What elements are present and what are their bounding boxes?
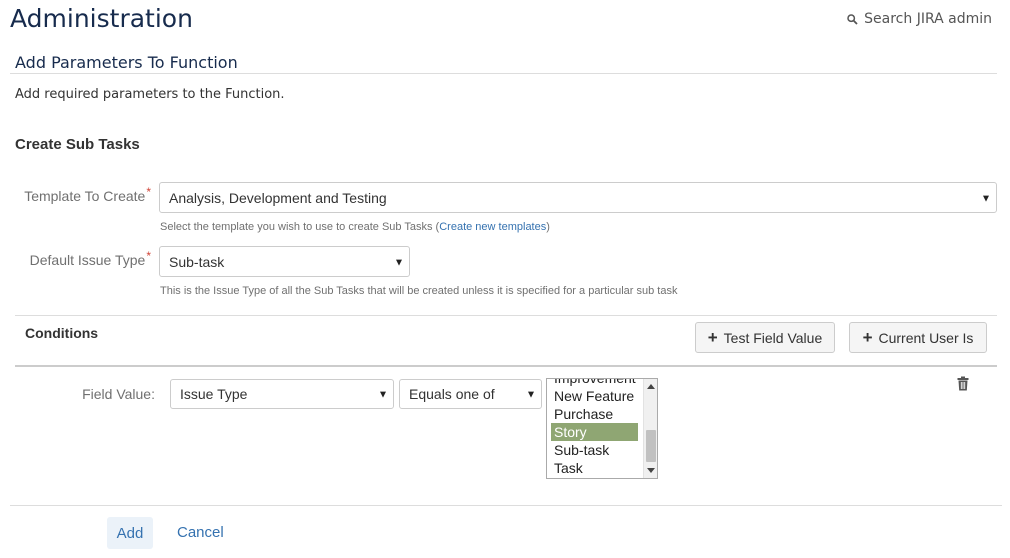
- template-help: Select the template you wish to use to c…: [160, 221, 550, 233]
- page-title: Administration: [10, 4, 193, 33]
- required-marker: *: [146, 185, 151, 199]
- template-label: Template To Create*: [10, 185, 151, 204]
- conditions-heading: Conditions: [25, 325, 99, 341]
- list-item[interactable]: Task: [551, 459, 638, 477]
- add-button[interactable]: Add: [107, 517, 153, 549]
- required-marker: *: [146, 249, 151, 263]
- list-item[interactable]: Improvement: [551, 379, 638, 387]
- section-divider: [10, 73, 997, 74]
- conditions-divider: [15, 365, 997, 367]
- search-admin-link[interactable]: Search JIRA admin: [847, 11, 992, 27]
- list-item[interactable]: Sub-task: [551, 441, 638, 459]
- issue-type-label: Default Issue Type*: [10, 249, 151, 268]
- operator-select-value: Equals one of: [409, 386, 495, 402]
- values-listbox[interactable]: Improvement New Feature Purchase Story S…: [546, 378, 658, 479]
- issue-type-help: This is the Issue Type of all the Sub Ta…: [160, 285, 678, 297]
- test-field-value-button[interactable]: + Test Field Value: [695, 322, 835, 353]
- section-description: Add required parameters to the Function.: [15, 87, 285, 102]
- scroll-down-arrow-icon[interactable]: [647, 468, 655, 473]
- trash-icon: [957, 376, 969, 391]
- chevron-down-icon: [396, 259, 402, 266]
- chevron-down-icon: [528, 391, 534, 398]
- template-help-suffix: ): [546, 221, 550, 233]
- issue-type-select-value: Sub-task: [169, 253, 225, 270]
- field-select[interactable]: Issue Type: [170, 379, 394, 409]
- plus-icon: +: [862, 328, 873, 347]
- template-select[interactable]: Analysis, Development and Testing: [159, 182, 997, 213]
- form-heading: Create Sub Tasks: [15, 136, 140, 153]
- plus-icon: +: [707, 328, 718, 347]
- search-admin-label: Search JIRA admin: [864, 11, 992, 27]
- issue-type-select[interactable]: Sub-task: [159, 246, 410, 277]
- create-templates-link[interactable]: Create new templates: [439, 221, 546, 233]
- list-item-selected[interactable]: Story: [551, 423, 638, 441]
- section-title: Add Parameters To Function: [15, 53, 238, 72]
- listbox-scrollbar[interactable]: [643, 379, 657, 478]
- template-label-text: Template To Create: [24, 188, 146, 204]
- chevron-down-icon: [983, 195, 989, 202]
- current-user-is-label: Current User Is: [878, 329, 974, 346]
- issue-type-label-text: Default Issue Type: [29, 252, 146, 268]
- scroll-up-arrow-icon[interactable]: [647, 384, 655, 389]
- conditions-top-divider: [15, 315, 997, 316]
- operator-select[interactable]: Equals one of: [399, 379, 542, 409]
- field-value-label: Field Value:: [82, 386, 155, 402]
- test-field-value-label: Test Field Value: [723, 329, 823, 346]
- search-icon: [847, 13, 858, 25]
- scrollbar-thumb[interactable]: [646, 430, 656, 462]
- footer-divider: [10, 505, 1002, 506]
- delete-condition-button[interactable]: [957, 376, 969, 396]
- current-user-is-button[interactable]: + Current User Is: [849, 322, 987, 353]
- template-help-text: Select the template you wish to use to c…: [160, 221, 440, 233]
- field-select-value: Issue Type: [180, 386, 248, 402]
- list-item[interactable]: Purchase: [551, 405, 638, 423]
- template-select-value: Analysis, Development and Testing: [169, 189, 387, 206]
- cancel-link[interactable]: Cancel: [177, 524, 224, 541]
- list-item[interactable]: New Feature: [551, 387, 638, 405]
- chevron-down-icon: [380, 391, 386, 398]
